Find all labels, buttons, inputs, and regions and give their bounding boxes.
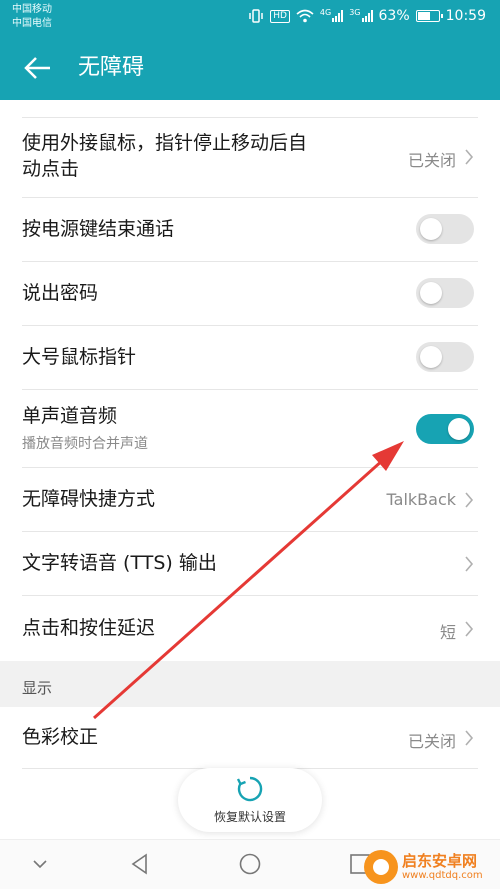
chevron-right-icon [465, 492, 474, 508]
watermark-name: 启东安卓网 [402, 852, 478, 870]
watermark-url: www.qdtdq.com [402, 870, 483, 881]
back-arrow-icon[interactable] [22, 52, 54, 84]
setting-row-speak-password[interactable]: 说出密码 [0, 262, 500, 326]
toggle-switch[interactable] [416, 278, 474, 308]
signal-icon-2 [361, 10, 373, 22]
status-bar: 中国移动 中国电信 HD 4G 3G 63% 10:59 [0, 0, 500, 36]
toggle-knob [420, 218, 442, 240]
restore-defaults-button[interactable]: 恢复默认设置 [178, 768, 322, 832]
toggle-knob [448, 418, 470, 440]
vibrate-icon [249, 9, 263, 23]
battery-icon [415, 10, 443, 22]
setting-row-color-correction[interactable]: 色彩校正 已关闭 [0, 707, 500, 769]
section-header-label: 显示 [22, 679, 53, 697]
network-4g-label: 4G [319, 8, 332, 17]
row-title: 大号鼠标指针 [22, 346, 137, 368]
clock: 10:59 [445, 8, 486, 24]
carrier-2: 中国电信 [12, 18, 52, 29]
carrier-labels: 中国移动 中国电信 [12, 3, 52, 31]
row-value: 短 [439, 623, 456, 642]
network-3g-label: 3G [349, 8, 361, 17]
nav-back-icon[interactable] [128, 852, 152, 876]
setting-row-mono-audio[interactable]: 单声道音频 播放音频时合并声道 [0, 390, 500, 468]
battery-percent: 63% [378, 8, 410, 24]
chevron-down-icon[interactable] [30, 852, 50, 876]
row-subtitle: 播放音频时合并声道 [22, 436, 148, 452]
chevron-right-icon [465, 730, 474, 746]
setting-row-tts-output[interactable]: 文字转语音 (TTS) 输出 [0, 532, 500, 596]
row-title: 按电源键结束通话 [22, 218, 175, 240]
restore-defaults-label: 恢复默认设置 [213, 810, 286, 824]
row-title: 单声道音频 [22, 405, 118, 427]
chevron-right-icon [465, 556, 474, 572]
row-value: 已关闭 [407, 151, 456, 170]
row-title: 无障碍快捷方式 [22, 488, 156, 510]
chevron-right-icon [465, 621, 474, 637]
wifi-icon [296, 9, 314, 23]
row-value: TalkBack [386, 490, 456, 509]
toggle-switch[interactable] [416, 342, 474, 372]
row-title: 点击和按住延迟 [22, 617, 156, 639]
setting-row-accessibility-shortcut[interactable]: 无障碍快捷方式 TalkBack [0, 468, 500, 532]
toggle-knob [420, 346, 442, 368]
toggle-switch[interactable] [416, 214, 474, 244]
hd-badge: HD [270, 9, 290, 23]
restore-icon [236, 776, 263, 802]
section-header-display: 显示 [0, 661, 500, 707]
setting-row-touch-hold-delay[interactable]: 点击和按住延迟 短 [0, 596, 500, 661]
watermark-logo-icon [364, 850, 398, 884]
row-title-line1: 使用外接鼠标，指针停止移动后自 [22, 132, 308, 154]
toggle-switch[interactable] [416, 414, 474, 444]
chevron-right-icon [465, 149, 474, 165]
nav-home-icon[interactable] [238, 852, 262, 876]
row-title: 文字转语音 (TTS) 输出 [22, 552, 217, 574]
app-bar: 无障碍 [0, 36, 500, 100]
setting-row-large-pointer[interactable]: 大号鼠标指针 [0, 326, 500, 390]
carrier-1: 中国移动 [12, 4, 52, 15]
toggle-knob [420, 282, 442, 304]
signal-icon-1 [332, 10, 344, 22]
setting-row-power-ends-call[interactable]: 按电源键结束通话 [0, 198, 500, 262]
setting-row-auto-click[interactable]: 使用外接鼠标，指针停止移动后自 动点击 已关闭 [0, 118, 500, 198]
row-value: 已关闭 [407, 732, 456, 751]
row-title-line2: 动点击 [22, 158, 80, 180]
status-indicators: HD 4G 3G 63% 10:59 [248, 8, 486, 24]
row-title: 色彩校正 [22, 726, 99, 748]
row-title: 说出密码 [22, 282, 99, 304]
page-title: 无障碍 [78, 55, 145, 80]
watermark: 启东安卓网 www.qdtdq.com [364, 848, 494, 886]
